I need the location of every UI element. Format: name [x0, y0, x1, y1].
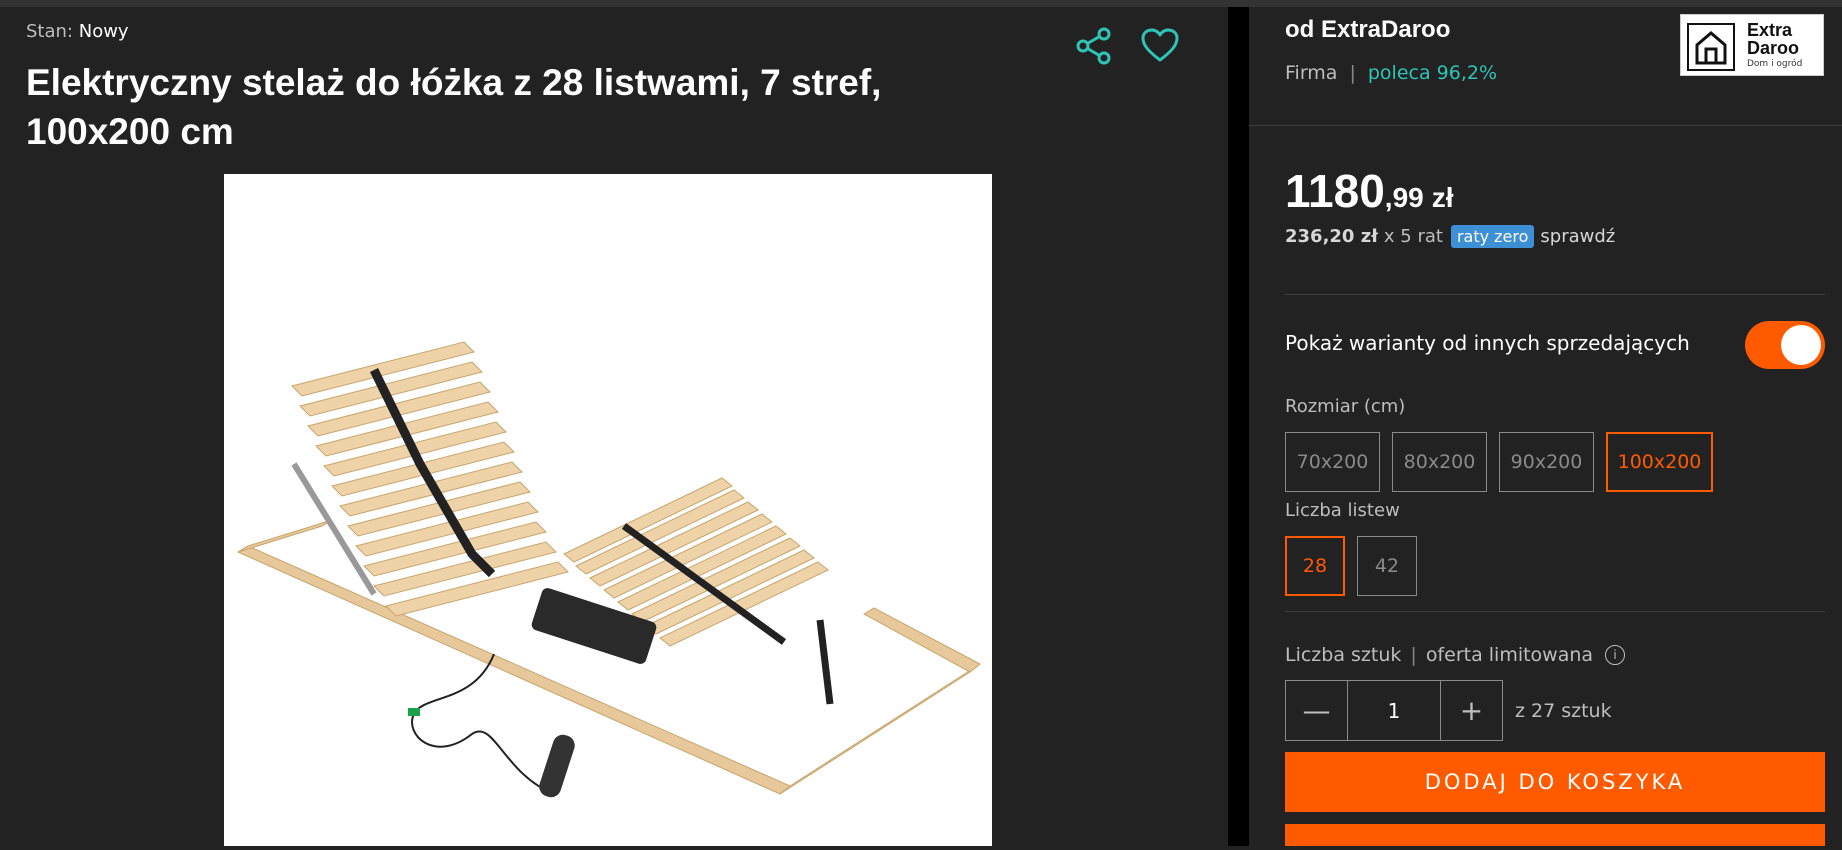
logo-line3: Dom i ogród — [1747, 59, 1803, 69]
installment-check-link[interactable]: sprawdź — [1540, 226, 1615, 247]
share-icon[interactable] — [1072, 24, 1116, 68]
house-icon — [1687, 23, 1735, 71]
seller-type: Firma — [1285, 62, 1338, 84]
quantity-increase-button[interactable]: + — [1441, 681, 1502, 740]
size-label: Rozmiar (cm) — [1285, 396, 1406, 417]
slats-option-28[interactable]: 28 — [1285, 536, 1345, 596]
quantity-available: z 27 sztuk — [1515, 700, 1612, 722]
variants-toggle-label: Pokaż warianty od innych sprzedających — [1285, 331, 1690, 355]
logo-line2: Daroo — [1747, 38, 1800, 58]
price: 1180,99 zł — [1285, 164, 1454, 218]
add-to-cart-button[interactable]: DODAJ DO KOSZYKA — [1285, 752, 1825, 812]
variants-toggle[interactable] — [1745, 321, 1825, 369]
quantity-label: Liczba sztuk | oferta limitowana i — [1285, 644, 1626, 666]
size-option-100x200[interactable]: 100x200 — [1606, 432, 1713, 492]
buy-now-button[interactable] — [1285, 824, 1825, 846]
product-main: Stan: Nowy Elektryczny stelaż do łóżka z… — [0, 7, 1228, 846]
seller-logo[interactable]: Extra Daroo Dom i ogród — [1680, 14, 1824, 76]
product-title: Elektryczny stelaż do łóżka z 28 listwam… — [26, 62, 882, 152]
seller-separator: | — [1349, 62, 1356, 84]
divider — [1285, 611, 1825, 612]
quantity-decrease-button[interactable]: — — [1286, 681, 1347, 740]
installment-badge: raty zero — [1450, 225, 1535, 248]
condition-value: Nowy — [78, 21, 129, 42]
seller-name[interactable]: od ExtraDaroo — [1285, 16, 1450, 44]
toggle-knob — [1781, 325, 1821, 365]
price-decimal: ,99 — [1384, 182, 1424, 213]
condition-label: Stan: — [26, 21, 73, 42]
divider — [1285, 294, 1825, 295]
logo-line1: Extra — [1747, 20, 1793, 40]
quantity-note: oferta limitowana — [1425, 644, 1594, 666]
seller-recommend-link[interactable]: poleca 96,2% — [1368, 62, 1497, 84]
bed-frame-image — [224, 174, 992, 846]
quantity-stepper: — 1 + — [1285, 680, 1503, 741]
column-divider — [1228, 7, 1249, 846]
installment-info: 236,20 zł x 5 rat raty zero sprawdź — [1285, 225, 1615, 248]
size-option-70x200[interactable]: 70x200 — [1285, 432, 1380, 492]
price-integer: 1180 — [1285, 165, 1385, 217]
quantity-input[interactable]: 1 — [1347, 681, 1441, 740]
offer-panel: od ExtraDaroo Firma | poleca 96,2% Extra D… — [1249, 7, 1842, 846]
seller-meta: Firma | poleca 96,2% — [1285, 62, 1497, 84]
top-bar — [0, 0, 1842, 7]
slats-label: Liczba listew — [1285, 500, 1400, 521]
divider — [1249, 125, 1842, 126]
info-icon[interactable]: i — [1605, 645, 1626, 665]
size-option-80x200[interactable]: 80x200 — [1392, 432, 1487, 492]
slats-option-42[interactable]: 42 — [1357, 536, 1417, 596]
condition: Stan: Nowy — [26, 21, 129, 42]
size-option-90x200[interactable]: 90x200 — [1499, 432, 1594, 492]
quantity-label-text: Liczba sztuk — [1285, 644, 1402, 666]
product-photo[interactable] — [224, 174, 992, 846]
installment-count: x 5 rat — [1383, 226, 1443, 247]
price-currency: zł — [1431, 182, 1454, 213]
installment-amount: 236,20 zł — [1285, 226, 1378, 247]
quantity-separator: | — [1410, 644, 1417, 666]
heart-icon[interactable] — [1138, 24, 1182, 68]
